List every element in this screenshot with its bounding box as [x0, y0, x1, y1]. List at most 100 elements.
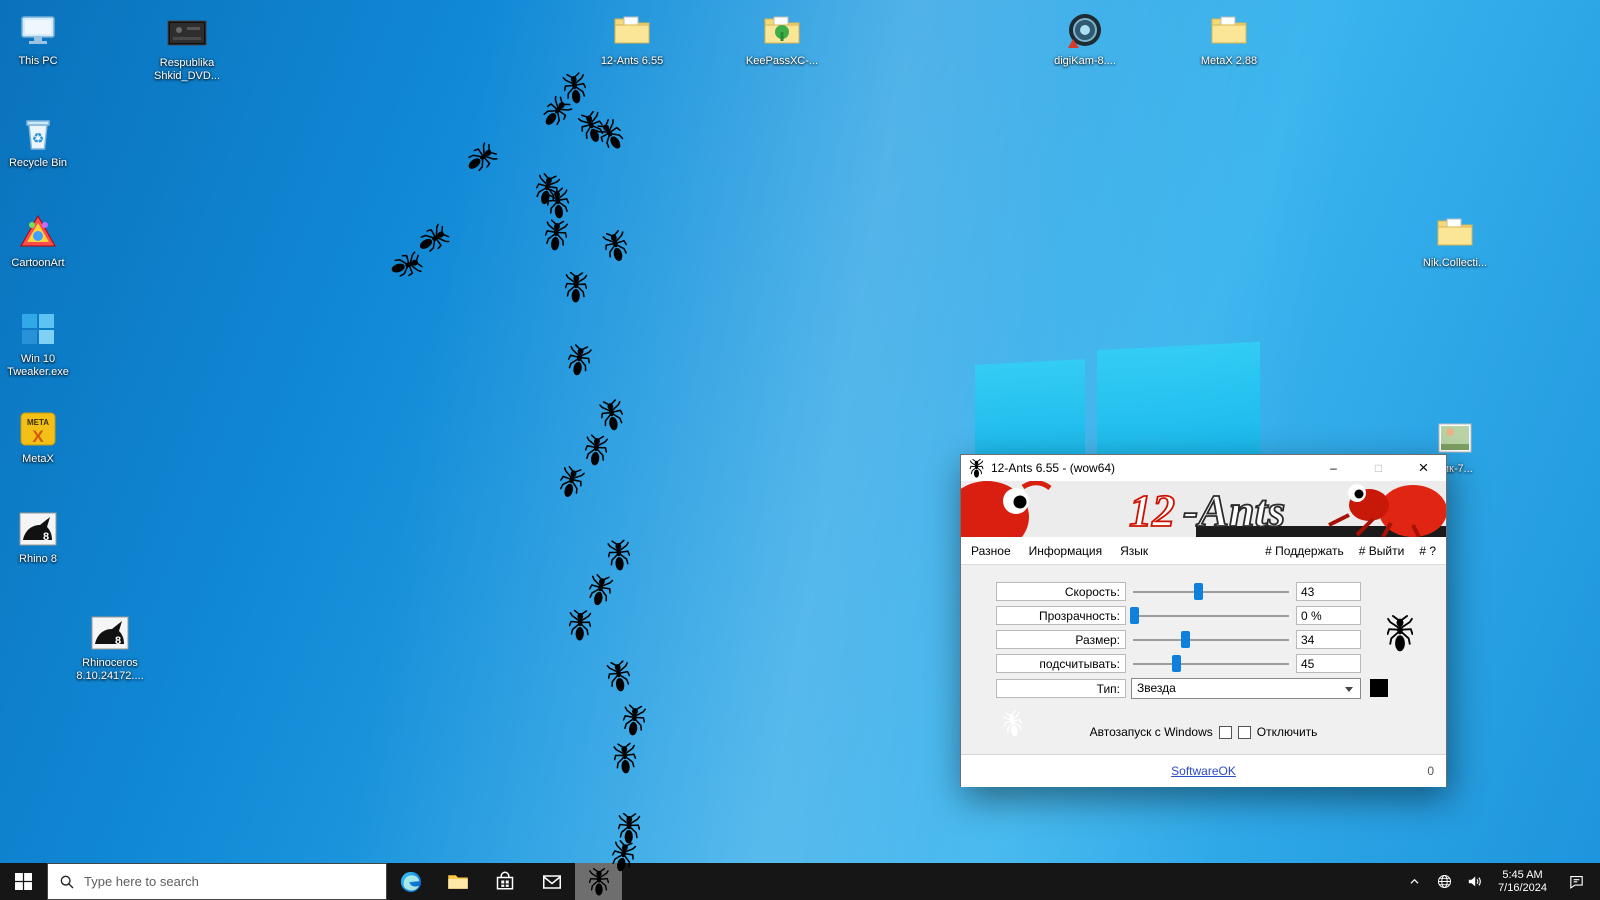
taskbar-edge-button[interactable]	[387, 863, 434, 900]
color-swatch[interactable]	[1370, 679, 1388, 697]
desktop-icon-label: Recycle Bin	[9, 157, 67, 170]
desktop-icon-label: 12-Ants 6.55	[601, 55, 663, 68]
slider-row-0: Скорость: 43	[996, 581, 1361, 601]
softwareok-link[interactable]: SoftwareOK	[1171, 764, 1236, 778]
desktop-icon-metax-288[interactable]: MetaX 2.88	[1183, 10, 1275, 68]
menu-item-right-1[interactable]: # Выйти	[1359, 544, 1405, 558]
maximize-button[interactable]: □	[1356, 455, 1401, 481]
ants-settings-window: 12-Ants 6.55 - (wow64) – □ × 12 -Ants	[960, 454, 1447, 787]
slider-row-3: подсчитывать:45	[996, 653, 1361, 673]
desktop-icon-this-pc[interactable]: This PC	[0, 10, 84, 68]
svg-text:8: 8	[43, 531, 49, 543]
clock-date: 7/16/2024	[1498, 882, 1547, 895]
slider-thumb[interactable]	[1130, 607, 1139, 624]
ant-counter: 0	[1427, 764, 1434, 778]
digikam-8-icon	[1064, 10, 1106, 52]
slider-value-input[interactable]: 34	[1296, 630, 1361, 649]
menu-bar: Разное Информация Язык # Поддержать # Выйти…	[961, 537, 1446, 565]
banner-image: 12 -Ants	[961, 481, 1446, 537]
desktop-icon-digikam-8[interactable]: digiKam-8....	[1039, 10, 1131, 68]
taskbar: Type here to search 5	[0, 863, 1600, 900]
desktop-icon-recycle-bin[interactable]: ♻Recycle Bin	[0, 112, 84, 170]
clock-time: 5:45 AM	[1498, 869, 1547, 882]
slider-thumb[interactable]	[1194, 583, 1203, 600]
taskbar-ants-app-button[interactable]	[575, 863, 622, 900]
desktop-icon-nik-collection[interactable]: Nik.Collecti...	[1409, 212, 1501, 270]
desktop-icon-label: MetaX 2.88	[1201, 55, 1257, 68]
tray-volume-icon[interactable]	[1459, 863, 1489, 900]
win-10-tweaker-icon	[17, 308, 59, 350]
menu-item-1[interactable]: Информация	[1029, 544, 1102, 558]
desktop-icon-12-ants-655[interactable]: 12-Ants 6.55	[586, 10, 678, 68]
desktop-icon-rhinoceros-exe[interactable]: 8 Rhinoceros 8.10.24172....	[64, 612, 156, 683]
taskbar-ant-icon	[589, 868, 609, 896]
window-footer: SoftwareOK 0	[961, 754, 1446, 787]
type-dropdown[interactable]: Звезда	[1131, 678, 1361, 699]
window-title: 12-Ants 6.55 - (wow64)	[991, 461, 1311, 475]
desktop-icon-label: MetaX	[22, 453, 54, 466]
taskbar-mail-button[interactable]	[528, 863, 575, 900]
desktop-icon-rhino-8[interactable]: 8 Rhino 8	[0, 508, 84, 566]
desktop-icon-label: Rhinoceros 8.10.24172....	[64, 657, 156, 683]
desktop-icon-label: digiKam-8....	[1054, 55, 1116, 68]
type-dropdown-value: Звезда	[1137, 681, 1176, 695]
svg-text:8: 8	[115, 635, 121, 647]
ant-preview-icon	[1387, 615, 1413, 652]
slider-label: Скорость:	[996, 582, 1126, 601]
slider-thumb[interactable]	[1172, 655, 1181, 672]
menu-item-2[interactable]: Язык	[1120, 544, 1148, 558]
window-titlebar[interactable]: 12-Ants 6.55 - (wow64) – □ ×	[961, 455, 1446, 481]
taskbar-search[interactable]: Type here to search	[47, 863, 387, 900]
12-ants-655-icon	[611, 10, 653, 52]
menu-item-right-2[interactable]: # ?	[1419, 544, 1436, 558]
start-button[interactable]	[0, 863, 47, 900]
desktop-icon-label: This PC	[18, 55, 57, 68]
banner-title-12: 12	[1129, 485, 1175, 536]
banner-title-ants: -Ants	[1183, 485, 1285, 536]
desktop-icon-cartoonart[interactable]: CartoonArt	[0, 212, 84, 270]
menu-left: Разное Информация Язык	[971, 544, 1148, 558]
svg-text:META: META	[27, 418, 49, 427]
respublika-shkid-dvd-icon	[166, 12, 208, 54]
desktop: This PC Respublika Shkid_DVD... ♻Recycle B…	[0, 0, 1600, 900]
desktop-icon-win-10-tweaker[interactable]: Win 10 Tweaker.exe	[0, 308, 84, 379]
taskbar-clock[interactable]: 5:45 AM 7/16/2024	[1489, 869, 1556, 895]
svg-text:X: X	[32, 427, 44, 446]
slider-thumb[interactable]	[1181, 631, 1190, 648]
desktop-icon-respublika-shkid-dvd[interactable]: Respublika Shkid_DVD...	[141, 12, 233, 83]
search-icon	[59, 874, 75, 890]
taskbar-explorer-button[interactable]	[434, 863, 481, 900]
taskbar-store-button[interactable]	[481, 863, 528, 900]
type-label: Тип:	[996, 679, 1126, 698]
this-pc-icon	[17, 10, 59, 52]
tray-chevron-up-icon[interactable]	[1399, 863, 1429, 900]
type-row: Тип: Звезда	[996, 677, 1388, 699]
disable-checkbox[interactable]	[1238, 726, 1251, 739]
slider-row-1: Прозрачность:0 %	[996, 605, 1361, 625]
slider-value-input[interactable]: 43	[1296, 582, 1361, 601]
action-center-icon[interactable]	[1556, 863, 1596, 900]
window-body: Скорость:43Прозрачность:0 %Размер:34подс…	[961, 565, 1446, 787]
keepassxc-icon	[761, 10, 803, 52]
autostart-checkbox[interactable]	[1219, 726, 1232, 739]
cartoonart-icon	[17, 212, 59, 254]
slider-track[interactable]	[1131, 606, 1291, 625]
checkbox-row: Автозапуск с Windows Отключить	[961, 725, 1446, 739]
tray-network-icon[interactable]	[1429, 863, 1459, 900]
slider-track[interactable]	[1131, 630, 1291, 649]
slider-track[interactable]	[1131, 582, 1291, 601]
close-button[interactable]: ×	[1401, 455, 1446, 481]
desktop-icon-label: Nik.Collecti...	[1423, 257, 1487, 270]
minimize-button[interactable]: –	[1311, 455, 1356, 481]
menu-item-right-0[interactable]: # Поддержать	[1265, 544, 1344, 558]
slider-value-input[interactable]: 0 %	[1296, 606, 1361, 625]
desktop-icon-metax[interactable]: METAX MetaX	[0, 408, 84, 466]
desktop-icon-keepassxc[interactable]: KeePassXC-...	[736, 10, 828, 68]
desktop-icon-label: KeePassXC-...	[746, 55, 818, 68]
menu-item-0[interactable]: Разное	[971, 544, 1011, 558]
slider-value-input[interactable]: 45	[1296, 654, 1361, 673]
desktop-icon-label: Rhino 8	[19, 553, 57, 566]
desktop-icon-label: Win 10 Tweaker.exe	[0, 353, 84, 379]
slider-track[interactable]	[1131, 654, 1291, 673]
rhinoceros-exe-icon: 8	[89, 612, 131, 654]
